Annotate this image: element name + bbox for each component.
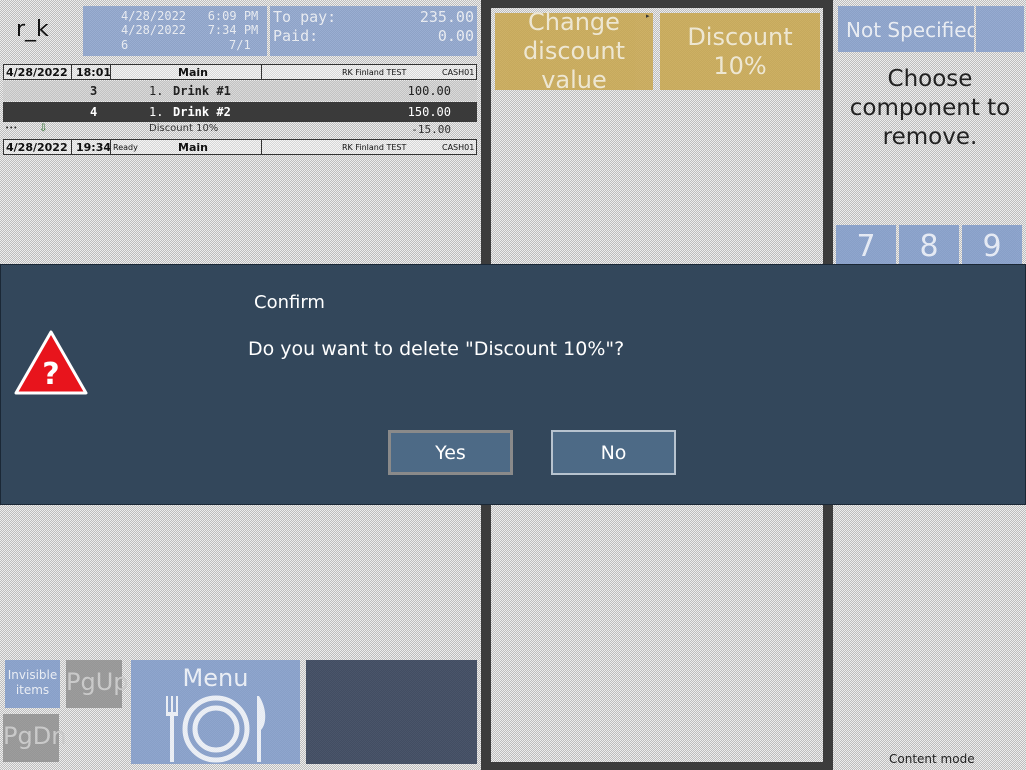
item-qty: 1.: [149, 105, 164, 119]
opened-datetime: 4/28/2022 6:09 PM: [121, 9, 259, 23]
invisible-items-button[interactable]: Invisible items: [5, 660, 60, 708]
menu-label: Menu: [182, 664, 249, 692]
not-specified-side[interactable]: [976, 6, 1024, 52]
item-seat: 4: [90, 105, 98, 119]
order-time: 18:01: [76, 66, 112, 79]
item-price: 150.00: [407, 105, 451, 119]
dialog-message: Do you want to delete "Discount 10%"?: [248, 338, 625, 360]
item-seat: 3: [90, 84, 98, 98]
to-pay-label: To pay:: [273, 8, 337, 26]
item-name: Drink #1: [173, 84, 231, 98]
page-up-button[interactable]: PgUp: [66, 660, 129, 708]
table-number: 7/1: [229, 38, 251, 52]
order-restaurant: RK Finland TEST: [342, 143, 407, 152]
current-datetime: 4/28/2022 7:34 PM: [121, 23, 259, 37]
order-restaurant: RK Finland TEST: [342, 68, 407, 77]
item-name: Drink #2: [173, 105, 231, 119]
paid-value: 0.00: [437, 27, 474, 45]
yes-button[interactable]: Yes: [388, 430, 513, 475]
paid-label: Paid:: [273, 27, 319, 45]
order-category: Main: [178, 66, 208, 79]
payment-summary: To pay: 235.00 Paid: 0.00: [270, 6, 477, 56]
change-discount-button[interactable]: Change discount value: [495, 8, 653, 94]
order-station: CASH01: [442, 68, 475, 77]
order-item-row-selected[interactable]: 4 1. Drink #2 150.00: [3, 102, 477, 122]
order-item-row[interactable]: 3 1. Drink #1 100.00: [3, 81, 477, 101]
order-date: 4/28/2022: [6, 141, 68, 154]
content-mode-label: Content mode: [889, 752, 975, 766]
no-button[interactable]: No: [551, 430, 676, 475]
page-down-button[interactable]: PgDn: [3, 714, 66, 762]
warning-glyph: ?: [42, 357, 59, 392]
menu-button[interactable]: Menu: [131, 660, 300, 764]
order-status: Ready: [113, 143, 138, 152]
discount-down-icon: ⇩: [39, 123, 48, 134]
order-date: 4/28/2022: [6, 66, 68, 79]
order-station: CASH01: [442, 143, 475, 152]
guest-count: 6: [121, 38, 129, 52]
warning-icon: ?: [13, 329, 89, 397]
discount-button[interactable]: Discount 10%: [660, 13, 820, 90]
confirm-dialog: [0, 264, 1026, 505]
order-category: Main: [178, 141, 208, 154]
empty-panel: [306, 660, 477, 764]
plate-cutlery-icon: [165, 695, 265, 763]
discount-row[interactable]: ••• ⇩ Discount 10% -15.00: [3, 122, 477, 136]
item-price: 100.00: [407, 84, 451, 98]
numpad-key-9[interactable]: 9: [962, 225, 1022, 265]
numpad-key-7[interactable]: 7: [836, 225, 896, 265]
discount-name: Discount 10%: [149, 123, 219, 134]
discount-marker-icon: •••: [5, 124, 18, 132]
dialog-title: Confirm: [254, 292, 325, 313]
to-pay-value: 235.00: [419, 8, 474, 26]
numpad-key-8[interactable]: 8: [899, 225, 959, 265]
discount-value: -15.00: [411, 123, 451, 136]
order-header[interactable]: 4/28/2022 18:01 Main RK Finland TEST CAS…: [3, 64, 477, 80]
item-qty: 1.: [149, 84, 164, 98]
choose-component-prompt: Choose component to remove.: [849, 66, 1011, 150]
user-name: r_k: [16, 17, 49, 42]
not-specified-button[interactable]: Not Specified: [838, 6, 974, 52]
order-header[interactable]: 4/28/2022 19:34 Ready Main RK Finland TE…: [3, 139, 477, 155]
order-time: 19:34: [76, 141, 112, 154]
check-info-box: 4/28/2022 6:09 PM 4/28/2022 7:34 PM 6 7/…: [83, 6, 267, 56]
corner-marker-icon: ▸: [646, 12, 650, 20]
